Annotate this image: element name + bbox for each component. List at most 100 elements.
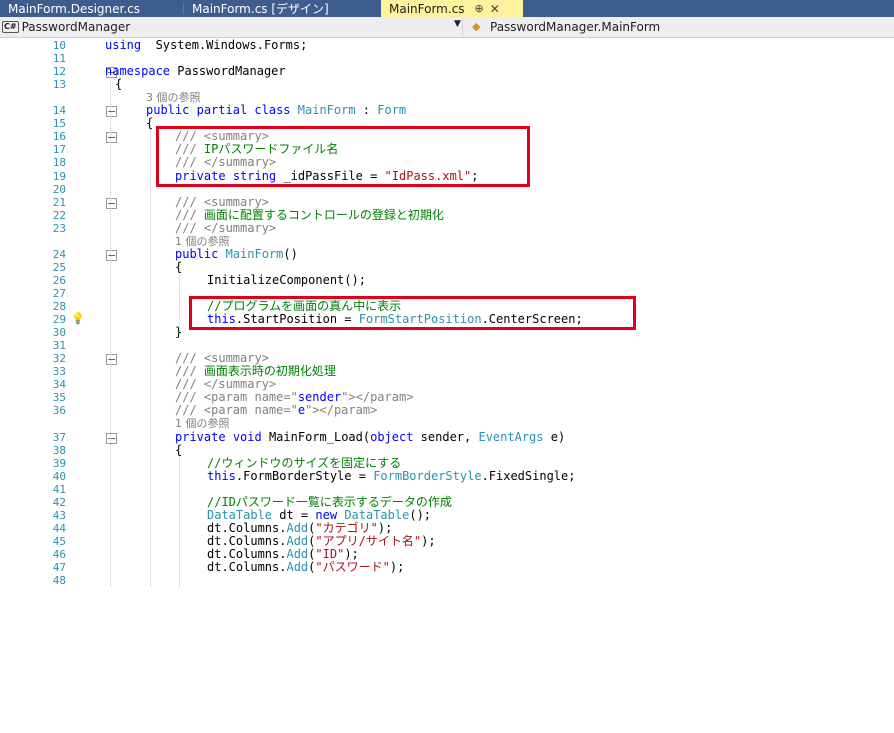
code-line[interactable]: 39 //ウィンドウのサイズを固定にする — [0, 455, 894, 470]
code-text: DataTable dt = new DataTable(); — [207, 507, 431, 522]
code-text: /// <summary> — [175, 352, 269, 365]
tab-mainform-designer[interactable]: MainForm.Designer.cs — [0, 0, 184, 17]
code-line[interactable]: 37 private void MainForm_Load(object send… — [0, 429, 894, 444]
lightbulb-icon[interactable]: 💡 — [71, 312, 85, 325]
line-number: 42 — [52, 495, 66, 509]
code-token: { — [146, 116, 154, 131]
code-line[interactable]: 12 namespace PasswordManager — [0, 65, 894, 79]
code-text: /// <summary> — [175, 195, 269, 209]
code-token: "パスワード" — [315, 560, 390, 574]
code-token: InitializeComponent(); — [207, 272, 366, 287]
code-text: InitializeComponent(); — [207, 272, 366, 287]
reference-count-link[interactable]: 3 個の参照 — [146, 91, 201, 104]
code-token: /// — [175, 364, 204, 379]
code-text: dt.Columns.Add("カテゴリ"); — [207, 520, 392, 535]
code-token: private — [175, 429, 226, 444]
line-number: 33 — [52, 365, 66, 379]
code-line[interactable]: 10 using System.Windows.Forms; — [0, 38, 894, 53]
code-token: e — [297, 403, 306, 418]
code-line[interactable]: 34 /// </summary> — [0, 377, 894, 392]
close-icon[interactable]: ✕ — [490, 2, 500, 16]
code-text: 3 個の参照 — [146, 91, 201, 104]
project-dropdown[interactable]: C# PasswordManager ▼ — [2, 18, 463, 35]
collapse-icon[interactable] — [106, 432, 117, 444]
code-text: public MainForm() — [175, 246, 298, 261]
line-number: 15 — [52, 117, 66, 131]
code-token: ); — [344, 546, 359, 561]
code-line[interactable]: 40 this.FormBorderStyle = FormBorderStyle… — [0, 468, 894, 483]
code-text: dt.Columns.Add("ID"); — [207, 546, 359, 561]
code-token: "></param> — [305, 403, 378, 418]
code-lens-line[interactable]: 1 個の参照 — [0, 417, 894, 430]
line-number: 28 — [52, 300, 66, 313]
code-line[interactable]: 11 — [0, 52, 894, 65]
code-line[interactable]: 32 /// <summary> — [0, 352, 894, 366]
project-name: PasswordManager — [21, 19, 131, 34]
code-line[interactable]: 45 dt.Columns.Add("アプリ/サイト名"); — [0, 533, 894, 548]
class-dropdown[interactable]: ◆ PasswordManager.MainForm — [472, 18, 892, 35]
code-line[interactable]: 33 /// 画面表示時の初期化処理 — [0, 364, 894, 379]
class-icon: ◆ — [472, 20, 481, 33]
reference-count-link[interactable]: 1 個の参照 — [175, 235, 230, 248]
code-token: /// <param name=" — [175, 403, 298, 418]
code-line[interactable]: 23 /// </summary> — [0, 221, 894, 235]
code-token: MainForm — [225, 246, 284, 261]
code-line[interactable]: 21 /// <summary> — [0, 195, 894, 209]
code-token: sender — [297, 390, 342, 405]
collapse-icon[interactable] — [106, 354, 117, 366]
reference-count-link[interactable]: 1 個の参照 — [175, 417, 230, 430]
code-line[interactable]: 41 — [0, 483, 894, 496]
code-line[interactable]: 13 { — [0, 78, 894, 92]
code-token: dt = — [272, 507, 316, 522]
code-line[interactable]: 35 /// <param name="sender"></param> — [0, 390, 894, 405]
code-token: EventArgs — [478, 429, 544, 444]
code-token: "カテゴリ" — [315, 520, 378, 535]
code-token: MainForm — [297, 103, 356, 118]
code-token: //ウィンドウのサイズを固定にする — [207, 455, 402, 470]
code-token: dt.Columns. — [207, 533, 287, 548]
highlight-box-center-screen — [189, 296, 636, 331]
collapse-icon[interactable] — [106, 249, 117, 261]
code-token: /// <summary> — [175, 351, 269, 366]
collapse-icon[interactable] — [106, 197, 117, 209]
line-number: 37 — [52, 430, 66, 444]
code-token: e) — [543, 429, 566, 444]
code-token: public — [146, 103, 190, 118]
code-token: /// <param name=" — [175, 390, 298, 405]
code-line[interactable]: 26 InitializeComponent(); — [0, 272, 894, 287]
code-line[interactable]: 36 /// <param name="e"></param> — [0, 403, 894, 418]
code-token: Add — [286, 533, 309, 548]
collapse-icon[interactable] — [106, 132, 117, 144]
code-lens-line[interactable]: 3 個の参照 — [0, 91, 894, 104]
code-text: { — [115, 78, 122, 91]
code-line[interactable]: 48 — [0, 574, 894, 587]
code-token: using — [105, 38, 142, 52]
tab-mainform-code[interactable]: MainForm.cs ⊕ ✕ — [381, 0, 523, 17]
document-tab-strip: MainForm.Designer.cs MainForm.cs [デザイン] … — [0, 0, 894, 17]
line-number: 47 — [52, 561, 66, 574]
code-lens-line[interactable]: 1 個の参照 — [0, 235, 894, 248]
class-name: PasswordManager.MainForm — [490, 19, 661, 34]
code-token: DataTable — [344, 507, 410, 522]
code-line[interactable]: 47 dt.Columns.Add("パスワード"); — [0, 560, 894, 575]
pin-icon[interactable]: ⊕ — [475, 2, 484, 15]
code-line[interactable]: 24 public MainForm() — [0, 246, 894, 261]
code-token: .FixedSingle; — [481, 468, 576, 483]
code-line[interactable]: 44 dt.Columns.Add("カテゴリ"); — [0, 520, 894, 535]
code-editor[interactable]: 10 using System.Windows.Forms; 11 12 namespa… — [0, 38, 894, 733]
code-token: void — [232, 429, 262, 444]
line-number: 25 — [52, 260, 66, 274]
code-line[interactable]: 25 { — [0, 260, 894, 274]
code-line[interactable]: 22 /// 画面に配置するコントロールの登録と初期化 — [0, 208, 894, 222]
code-line[interactable]: 42 //IDパスワード一覧に表示するデータの作成 — [0, 495, 894, 509]
tab-mainform-design-view[interactable]: MainForm.cs [デザイン] — [184, 0, 381, 17]
code-line[interactable]: 14 public partial class MainForm : Form — [0, 103, 894, 118]
code-line[interactable]: 38 { — [0, 443, 894, 457]
code-line[interactable]: 31 — [0, 339, 894, 352]
code-token: /// </summary> — [175, 377, 277, 392]
code-line[interactable]: 43 DataTable dt = new DataTable(); — [0, 507, 894, 522]
chevron-down-icon[interactable]: ▼ — [454, 19, 461, 29]
collapse-icon[interactable] — [106, 106, 117, 118]
code-token: "アプリ/サイト名" — [315, 533, 422, 548]
code-line[interactable]: 46 dt.Columns.Add("ID"); — [0, 546, 894, 561]
